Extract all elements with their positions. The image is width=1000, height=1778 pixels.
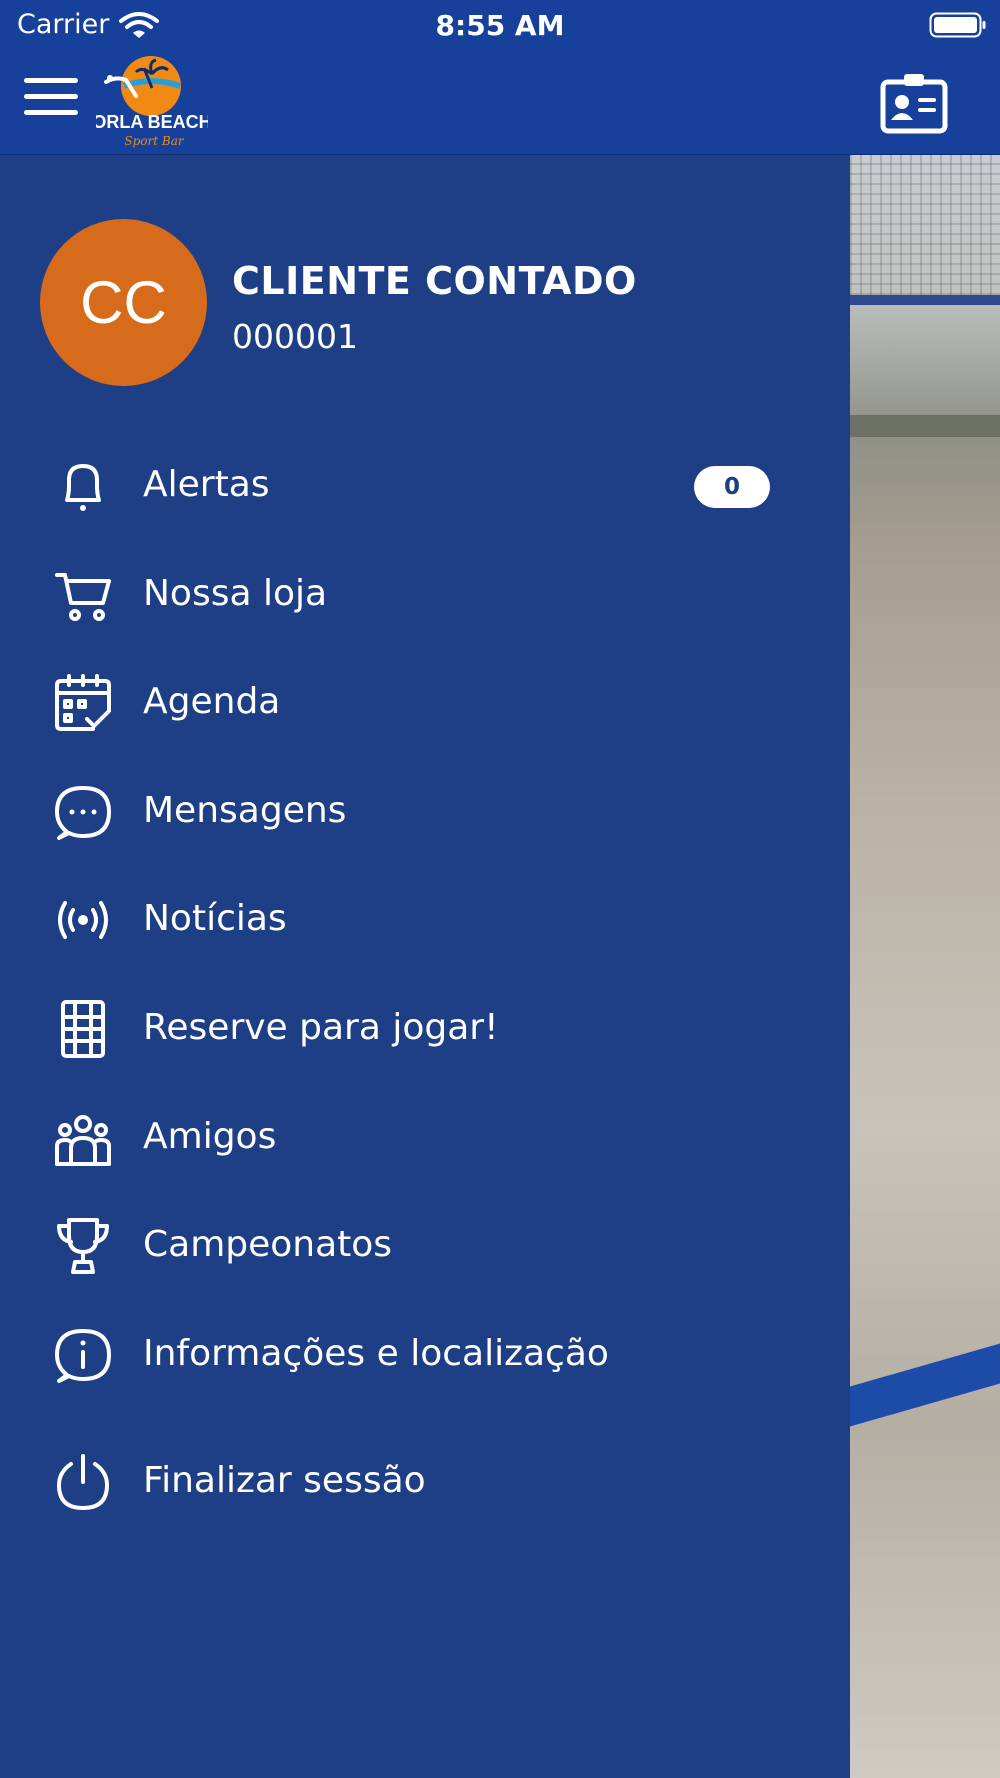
menu-item-nossa-loja[interactable]: Nossa loja (0, 550, 850, 640)
background-photo[interactable] (850, 155, 1000, 1778)
user-id: 000001 (232, 317, 358, 356)
bell-icon (53, 456, 113, 516)
menu-label: Agenda (143, 681, 281, 722)
power-icon (53, 1452, 113, 1512)
status-bar: Carrier 8:55 AM (0, 0, 1000, 50)
menu-item-noticias[interactable]: Notícias (0, 875, 850, 965)
menu-item-logout[interactable]: Finalizar sessão (0, 1437, 850, 1527)
net-band (850, 295, 1000, 305)
alerts-count-badge: 0 (694, 466, 770, 508)
net-texture (850, 155, 1000, 295)
status-time: 8:55 AM (435, 9, 565, 42)
menu-item-mensagens[interactable]: Mensagens (0, 767, 850, 857)
avatar[interactable]: CC (40, 219, 207, 386)
svg-text:ORLA BEACH: ORLA BEACH (96, 112, 208, 132)
side-drawer: CC CLIENTE CONTADO 000001 Alertas 0 Noss… (0, 155, 850, 1778)
court-icon (53, 999, 113, 1059)
court-edge (850, 415, 1000, 437)
menu-label: Mensagens (143, 790, 347, 831)
app-header: ORLA BEACH Sport Bar (0, 50, 1000, 155)
trophy-icon (53, 1216, 113, 1276)
menu-label: Informações e localização (143, 1333, 609, 1374)
friends-icon (53, 1108, 113, 1168)
contact-card-icon[interactable] (880, 72, 948, 134)
menu-item-campeonatos[interactable]: Campeonatos (0, 1201, 850, 1291)
menu-label: Amigos (143, 1116, 277, 1157)
cart-icon (53, 565, 113, 625)
calendar-check-icon (53, 673, 113, 733)
menu-item-alertas[interactable]: Alertas 0 (0, 441, 850, 531)
court-line (850, 1343, 1000, 1427)
battery-icon (929, 12, 987, 38)
broadcast-icon (53, 890, 113, 950)
menu-label: Alertas (143, 464, 270, 505)
menu-item-informacoes[interactable]: Informações e localização (0, 1310, 850, 1400)
svg-text:Sport Bar: Sport Bar (124, 134, 184, 148)
hamburger-menu-icon[interactable] (22, 74, 82, 120)
menu-item-amigos[interactable]: Amigos (0, 1093, 850, 1183)
menu-label: Reserve para jogar! (143, 1007, 499, 1048)
menu-label: Campeonatos (143, 1224, 393, 1265)
user-name: CLIENTE CONTADO (232, 259, 637, 303)
menu-label: Notícias (143, 898, 287, 939)
menu-item-agenda[interactable]: Agenda (0, 658, 850, 748)
chat-bubble-icon (53, 782, 113, 842)
menu-label: Finalizar sessão (143, 1460, 426, 1501)
menu-item-reserve[interactable]: Reserve para jogar! (0, 984, 850, 1074)
info-bubble-icon (53, 1325, 113, 1385)
menu-label: Nossa loja (143, 573, 328, 614)
orla-beach-logo: ORLA BEACH Sport Bar (96, 52, 208, 150)
